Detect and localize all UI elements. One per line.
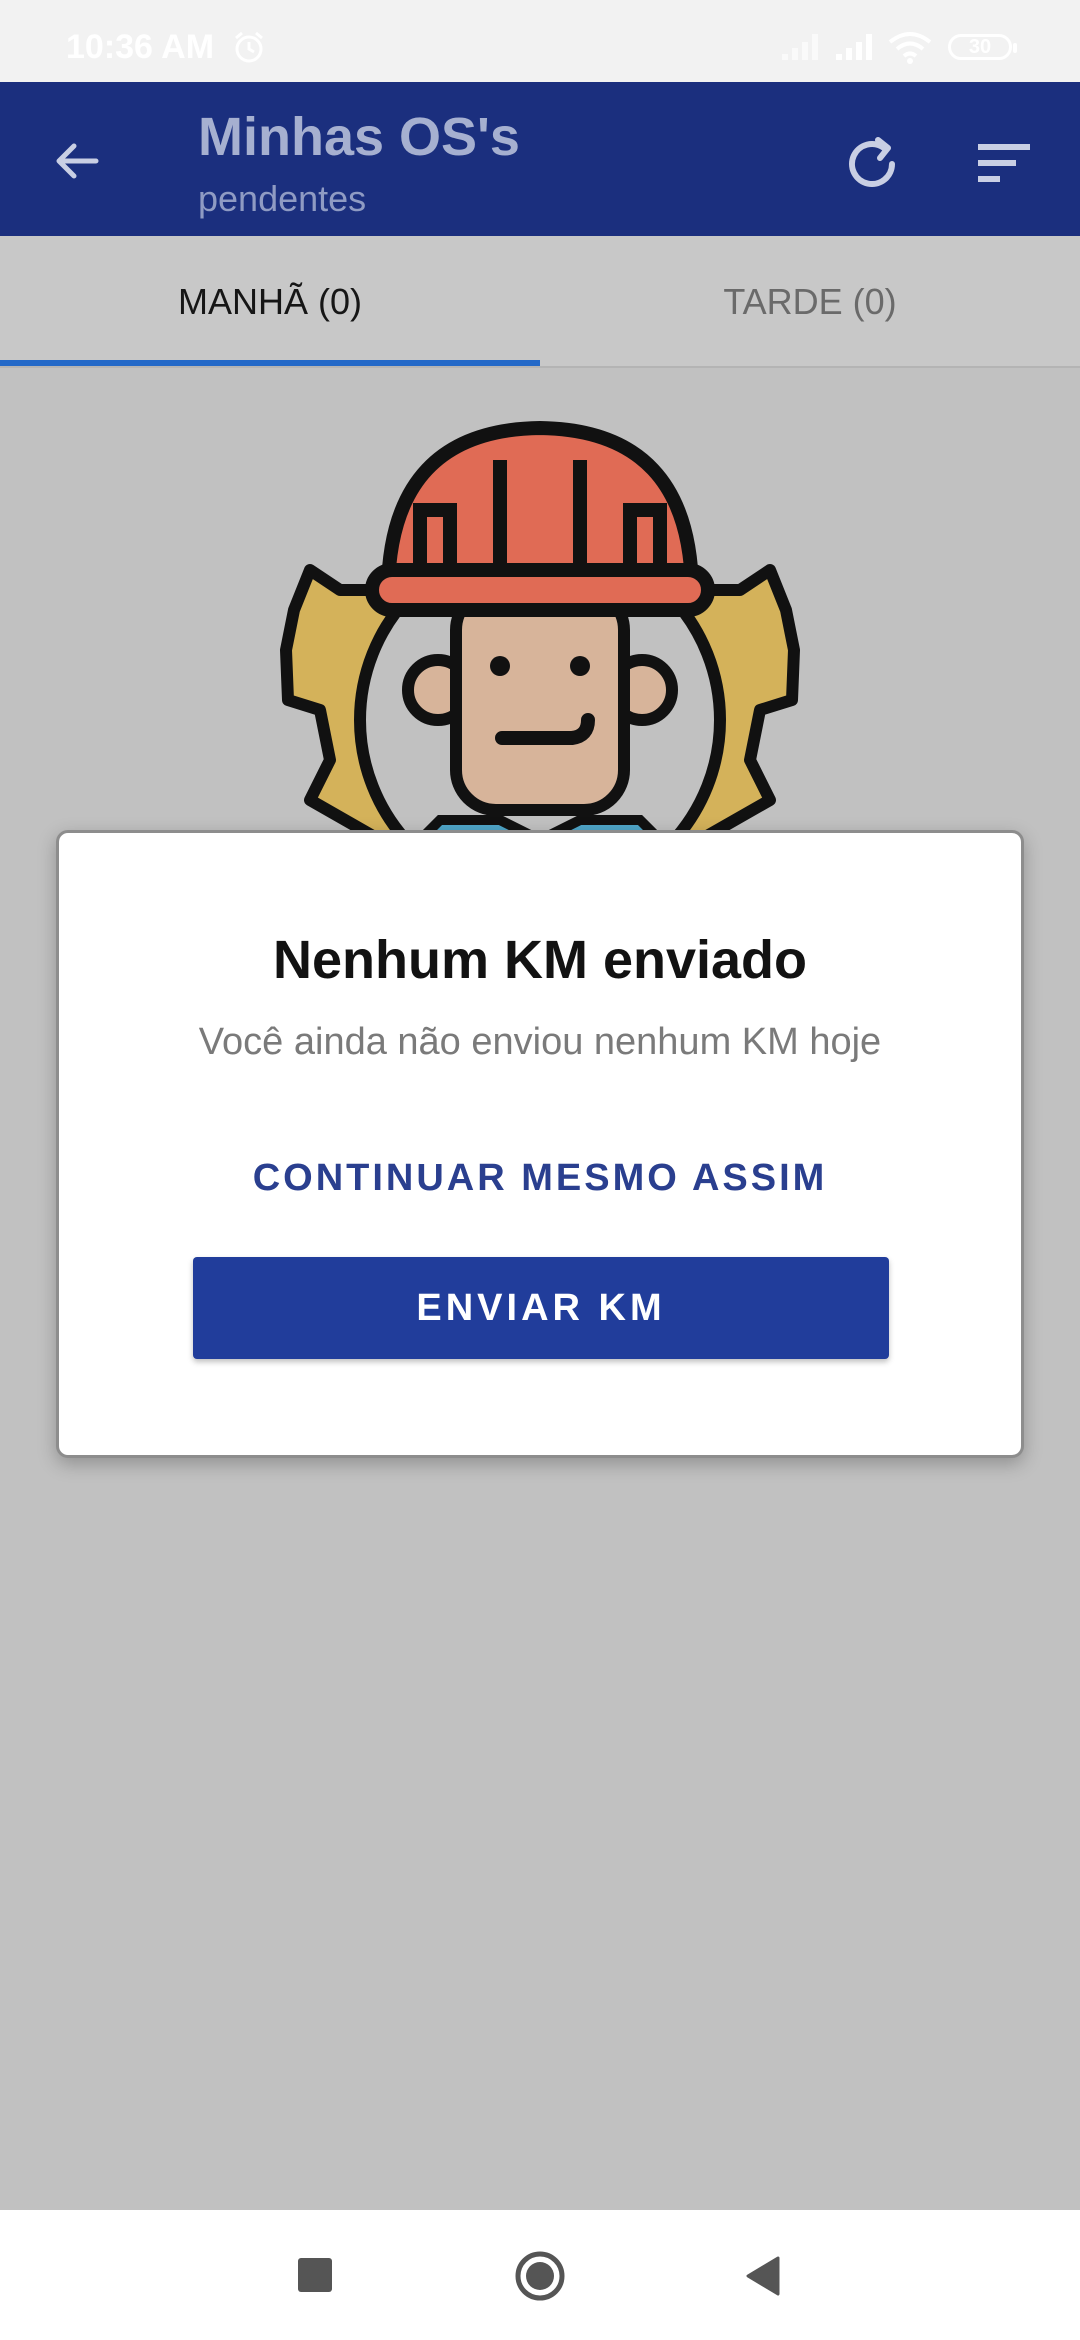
tab-manha[interactable]: MANHÃ (0) xyxy=(0,236,540,368)
page-title: Minhas OS's xyxy=(198,107,520,167)
battery-icon: 30 xyxy=(948,34,1017,60)
continue-anyway-button[interactable]: CONTINUAR MESMO ASSIM xyxy=(59,1157,1021,1200)
tab-bar: MANHÃ (0) TARDE (0) xyxy=(0,236,1080,368)
system-nav-bar xyxy=(0,2210,1080,2340)
km-dialog: Nenhum KM enviado Você ainda não enviou … xyxy=(56,830,1024,1458)
back-icon[interactable] xyxy=(742,2254,782,2303)
refresh-icon[interactable] xyxy=(840,132,904,201)
filter-sort-icon[interactable] xyxy=(976,142,1032,191)
recent-apps-icon[interactable] xyxy=(298,2258,332,2292)
send-km-button[interactable]: ENVIAR KM xyxy=(193,1257,889,1359)
app-bar: Minhas OS's pendentes xyxy=(0,82,1080,236)
signal-icon xyxy=(780,32,822,67)
alarm-icon xyxy=(232,30,266,69)
wifi-icon xyxy=(888,30,932,69)
status-time: 10:36 AM xyxy=(66,28,215,66)
tab-tarde[interactable]: TARDE (0) xyxy=(540,236,1080,368)
signal-icon xyxy=(834,32,876,67)
tab-indicator xyxy=(0,360,540,366)
dialog-title: Nenhum KM enviado xyxy=(272,930,808,990)
back-arrow-icon[interactable] xyxy=(52,136,102,191)
status-bar: 10:36 AM 30 xyxy=(0,0,1080,82)
page-subtitle: pendentes xyxy=(198,178,367,219)
worker-illustration xyxy=(270,420,810,906)
dialog-message: Você ainda não enviou nenhum KM hoje xyxy=(198,1021,882,1063)
home-icon[interactable] xyxy=(514,2250,566,2307)
